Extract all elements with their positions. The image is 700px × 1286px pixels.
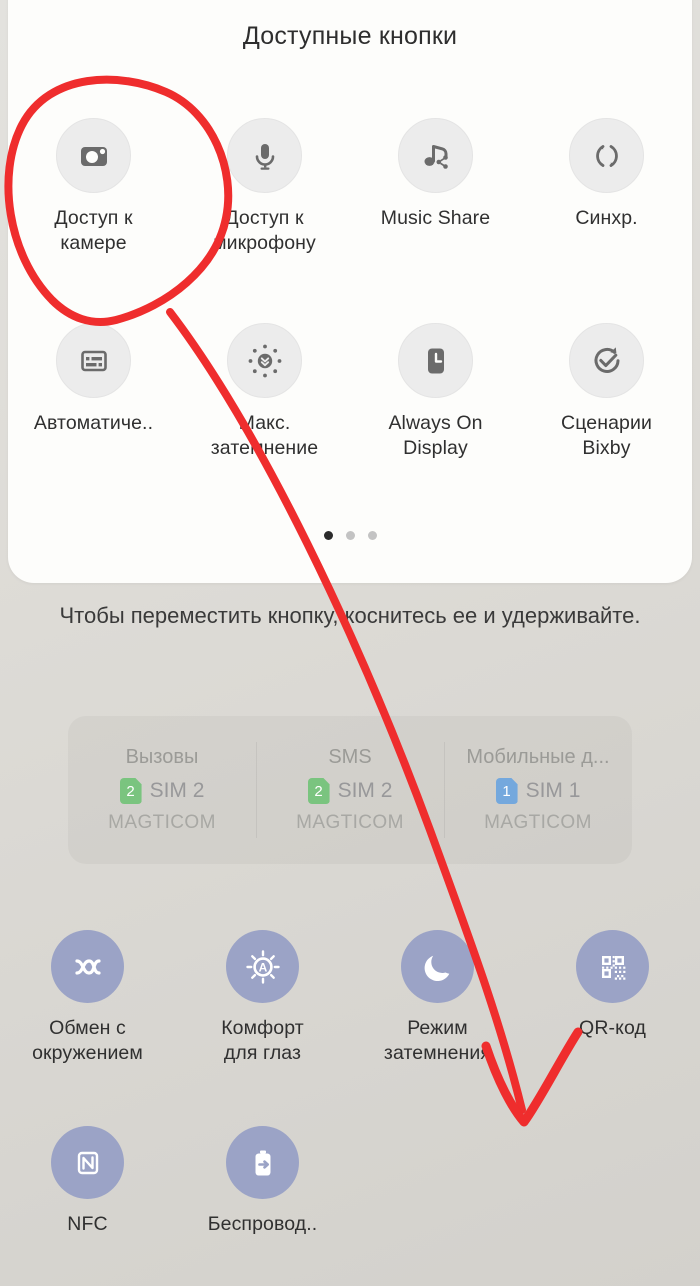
available-button-label: Автоматиче.. xyxy=(33,412,154,434)
eye-comfort-icon: A xyxy=(226,930,299,1003)
microphone-icon xyxy=(227,118,302,193)
available-buttons-panel: Доступные кнопки Доступ к камере Доступ … xyxy=(8,0,692,583)
available-button-label: Доступ к микрофону xyxy=(213,207,316,254)
page-indicator xyxy=(8,531,692,540)
available-button-auto-subtitles[interactable]: Автоматиче.. xyxy=(8,323,179,461)
quick-settings-row-1: Обмен с окружением A Комфорт для глаз Ре… xyxy=(0,930,700,1066)
quick-tile-label: Обмен с окружением xyxy=(32,1017,143,1064)
dark-mode-moon-icon xyxy=(401,930,474,1003)
sim-column-calls[interactable]: Вызовы 2 SIM 2 MAGTICOM xyxy=(68,716,256,864)
wireless-power-share-icon xyxy=(226,1126,299,1199)
sim-column-header: Вызовы xyxy=(125,746,199,768)
subtitles-icon xyxy=(56,323,131,398)
sim-badge: 2 xyxy=(119,778,142,804)
available-button-label: Сценарии Bixby xyxy=(561,412,652,459)
quick-tile-label: NFC xyxy=(67,1213,108,1235)
available-button-extra-dim[interactable]: Макс. затемнение xyxy=(179,323,350,461)
page-dot-3[interactable] xyxy=(367,531,377,540)
svg-text:A: A xyxy=(258,960,267,974)
quick-tile-label: QR-код xyxy=(579,1017,646,1039)
page-title: Доступные кнопки xyxy=(242,22,458,50)
bixby-routines-icon xyxy=(569,323,644,398)
sim-badge: 1 xyxy=(495,778,518,804)
quick-tile-label: Режим затемнения xyxy=(383,1017,492,1064)
quick-tile-eye-comfort[interactable]: A Комфорт для глаз xyxy=(175,930,350,1066)
quick-tile-label: Беспровод.. xyxy=(207,1213,318,1235)
carrier-label: MAGTICOM xyxy=(296,812,404,833)
quick-tile-wireless-power-share[interactable]: Беспровод.. xyxy=(175,1126,350,1237)
available-button-label: Синхр. xyxy=(575,207,638,229)
sim-slot-label: SIM 2 xyxy=(149,779,205,802)
page-dot-2[interactable] xyxy=(345,531,355,540)
quick-tile-qr-code[interactable]: QR-код xyxy=(525,930,700,1066)
available-button-label: Макс. затемнение xyxy=(210,412,319,459)
sim-slot-label: SIM 2 xyxy=(337,779,393,802)
available-button-microphone-access[interactable]: Доступ к микрофону xyxy=(179,118,350,256)
available-button-label: Always On Display xyxy=(388,412,483,459)
available-button-always-on-display[interactable]: Always On Display xyxy=(350,323,521,461)
quick-tile-label: Комфорт для глаз xyxy=(221,1017,304,1064)
sim-column-header: Мобильные д... xyxy=(466,746,610,768)
carrier-label: MAGTICOM xyxy=(108,812,216,833)
quick-tile-empty-slot-2 xyxy=(525,1126,700,1237)
quick-share-icon xyxy=(51,930,124,1003)
sim-column-header: SMS xyxy=(328,746,372,768)
extra-dim-icon xyxy=(227,323,302,398)
quick-settings-row-2: NFC Беспровод.. xyxy=(0,1126,700,1237)
available-button-camera-access[interactable]: Доступ к камере xyxy=(8,118,179,256)
always-on-display-icon xyxy=(398,323,473,398)
music-share-icon xyxy=(398,118,473,193)
quick-tile-nfc[interactable]: NFC xyxy=(0,1126,175,1237)
page-dot-1[interactable] xyxy=(323,531,333,540)
camera-icon xyxy=(56,118,131,193)
available-button-sync[interactable]: Синхр. xyxy=(521,118,692,256)
available-button-music-share[interactable]: Music Share xyxy=(350,118,521,256)
sync-icon xyxy=(569,118,644,193)
available-button-label: Music Share xyxy=(380,207,491,229)
quick-tile-dark-mode[interactable]: Режим затемнения xyxy=(350,930,525,1066)
quick-panel-edit-screen: Доступные кнопки Доступ к камере Доступ … xyxy=(0,0,700,1286)
sim-column-mobile-data[interactable]: Мобильные д... 1 SIM 1 MAGTICOM xyxy=(444,716,632,864)
sim-column-sms[interactable]: SMS 2 SIM 2 MAGTICOM xyxy=(256,716,444,864)
nfc-icon xyxy=(51,1126,124,1199)
quick-tile-quick-share[interactable]: Обмен с окружением xyxy=(0,930,175,1066)
available-button-label: Доступ к камере xyxy=(54,207,133,254)
quick-tile-empty-slot-1 xyxy=(350,1126,525,1237)
carrier-label: MAGTICOM xyxy=(484,812,592,833)
qr-code-icon xyxy=(576,930,649,1003)
sim-slot-label: SIM 1 xyxy=(525,779,581,802)
sim-status-panel[interactable]: Вызовы 2 SIM 2 MAGTICOM SMS 2 SIM 2 MAGT… xyxy=(68,716,632,864)
available-buttons-row-1: Доступ к камере Доступ к микрофону Music… xyxy=(8,118,692,256)
sim-badge: 2 xyxy=(307,778,330,804)
drag-hint-text: Чтобы переместить кнопку, коснитесь ее и… xyxy=(59,603,641,628)
available-buttons-row-2: Автоматиче.. Макс. затемнение Always On … xyxy=(8,323,692,461)
available-button-bixby-routines[interactable]: Сценарии Bixby xyxy=(521,323,692,461)
